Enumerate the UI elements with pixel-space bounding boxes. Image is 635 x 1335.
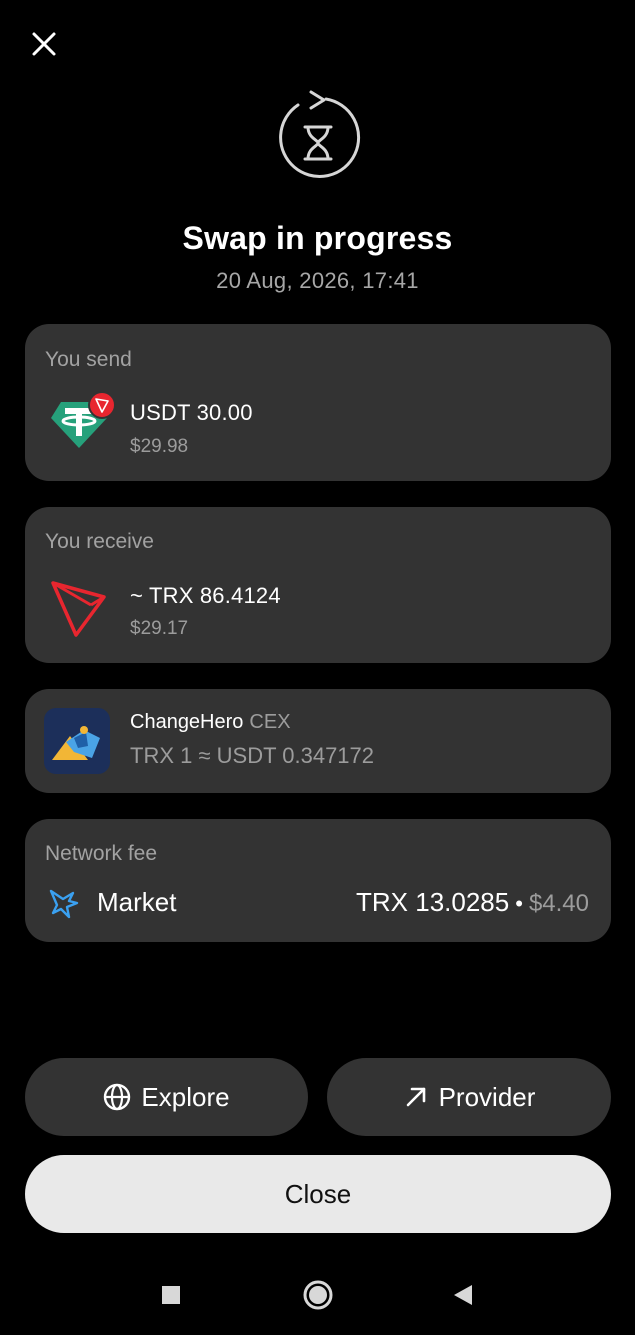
recents-button[interactable] <box>146 1272 196 1322</box>
hummingbird-icon <box>47 887 81 921</box>
send-card: You send USDT 30.00 $29.98 <box>25 324 611 481</box>
send-fiat: $29.98 <box>130 436 189 457</box>
receive-label: You receive <box>45 530 154 553</box>
provider-button[interactable]: Provider <box>327 1058 611 1136</box>
tron-icon <box>47 579 107 639</box>
receive-amount: ~ TRX 86.4124 <box>130 583 281 608</box>
close-label: Close <box>284 1178 352 1209</box>
receive-card: You receive ~ TRX 86.4124 $29.17 <box>25 507 611 663</box>
receive-fiat: $29.17 <box>130 618 189 639</box>
explore-label: Explore <box>141 1081 230 1112</box>
close-button[interactable]: Close <box>25 1155 611 1233</box>
circle-icon <box>302 1279 334 1316</box>
provider-card: ChangeHero CEX TRX 1 ≈ USDT 0.347172 <box>25 689 611 793</box>
tron-badge-icon <box>88 391 116 419</box>
explore-button[interactable]: Explore <box>25 1058 308 1136</box>
fee-fiat: $4.40 <box>528 890 589 917</box>
provider-type: CEX <box>249 711 291 733</box>
fee-label: Network fee <box>45 842 158 865</box>
close-icon[interactable] <box>22 22 66 66</box>
send-label: You send <box>45 348 132 371</box>
square-icon <box>161 1285 181 1310</box>
fee-tier: Market <box>97 887 177 917</box>
fee-amount: TRX 13.0285 <box>356 887 510 917</box>
provider-label: Provider <box>438 1081 536 1112</box>
hourglass-refresh-icon <box>268 86 368 186</box>
swap-datetime: 20 Aug, 2026, 17:41 <box>216 268 419 293</box>
fee-separator: • <box>515 891 523 916</box>
provider-name: ChangeHero <box>130 711 244 733</box>
arrow-up-right-icon <box>403 1084 429 1110</box>
triangle-back-icon <box>452 1283 474 1312</box>
home-button[interactable] <box>293 1272 343 1322</box>
send-amount: USDT 30.00 <box>130 400 253 425</box>
changehero-logo <box>44 708 110 774</box>
back-button[interactable] <box>438 1272 488 1322</box>
provider-rate: TRX 1 ≈ USDT 0.347172 <box>130 743 375 768</box>
globe-icon <box>103 1083 131 1111</box>
fee-card: Network fee Market TRX 13.0285 • $4.40 <box>25 819 611 942</box>
page-title: Swap in progress <box>182 220 453 256</box>
